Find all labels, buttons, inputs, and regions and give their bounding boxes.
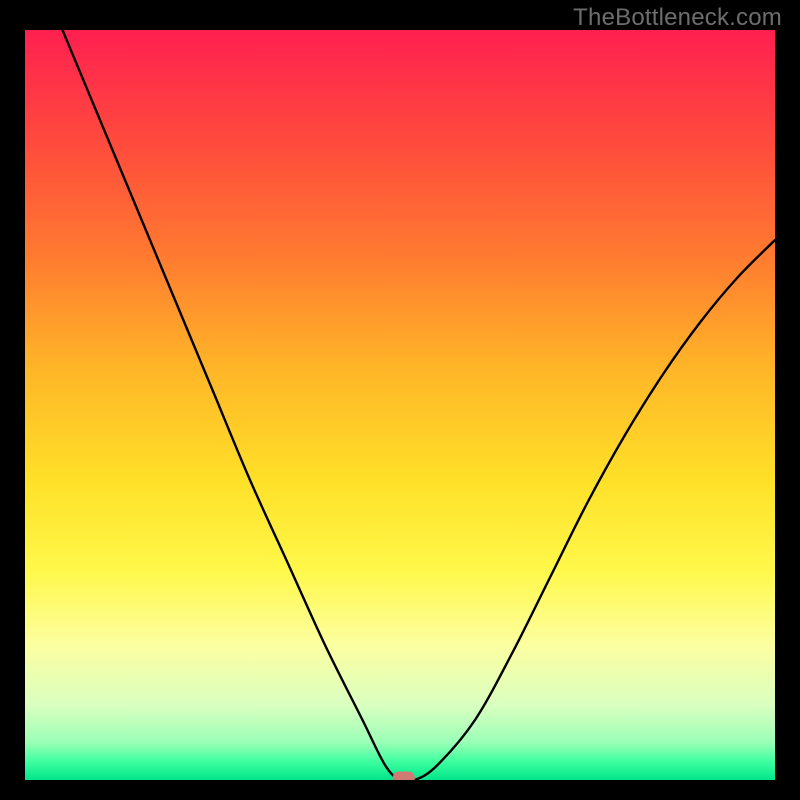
plot-frame	[25, 30, 775, 780]
chart-container: TheBottleneck.com	[0, 0, 800, 800]
watermark-text: TheBottleneck.com	[573, 4, 782, 32]
bottleneck-curve	[63, 30, 776, 780]
curve-layer	[25, 30, 775, 780]
optimum-marker	[393, 772, 415, 781]
